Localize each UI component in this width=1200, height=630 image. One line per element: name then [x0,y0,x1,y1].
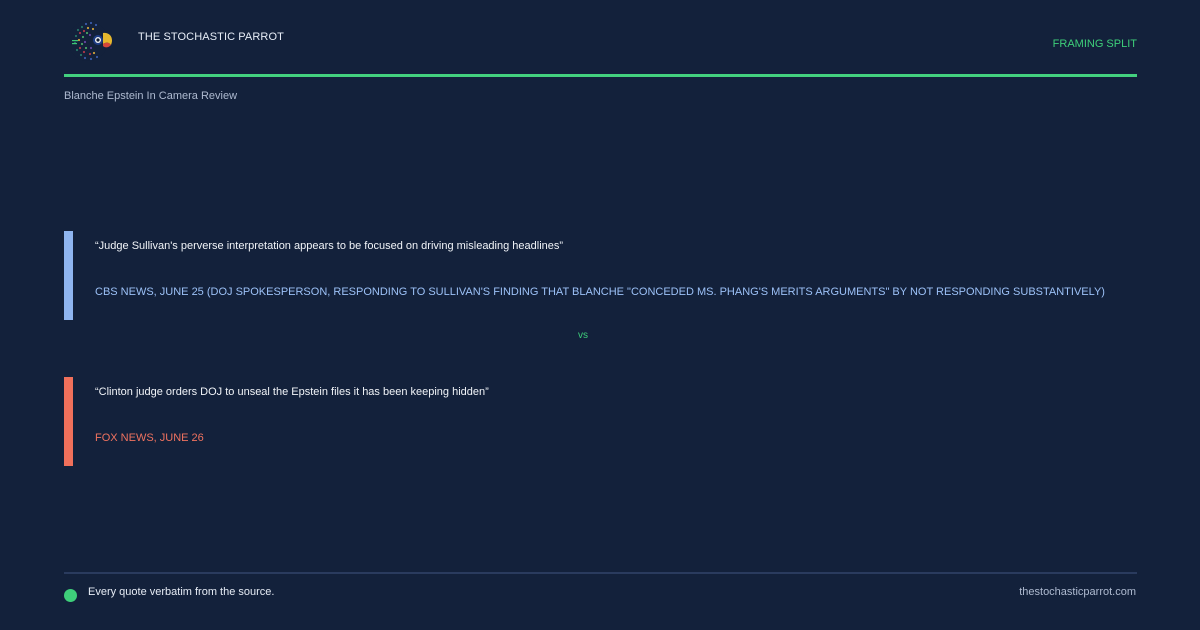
footer-divider [64,572,1137,574]
quote-source: CBS NEWS, JUNE 25 (DOJ SPOKESPERSON, RES… [94,286,1105,298]
status-dot-icon [64,589,77,602]
footer-site-link[interactable]: thestochasticparrot.com [1019,586,1136,598]
site-header: THE STOCHASTIC PARROT FRAMING SPLIT [64,16,1137,76]
topic-title: Blanche Epstein In Camera Review [64,90,238,102]
parrot-logo-icon[interactable] [70,18,116,64]
footer-note: Every quote verbatim from the source. [88,586,275,598]
framing-split-label: FRAMING SPLIT [1052,38,1137,50]
quote-source: FOX NEWS, JUNE 26 [94,432,204,444]
brand-name[interactable]: THE STOCHASTIC PARROT [138,31,284,43]
quote-source-label: CBS NEWS, JUNE 25 (DOJ SPOKESPERSON, RES… [95,286,1105,298]
quote-accent-bar [64,231,73,320]
quote-accent-bar [64,377,73,466]
vs-label: vs [578,330,588,341]
quote-card-cbs: “Judge Sullivan's perverse interpretatio… [64,231,1137,320]
header-divider [64,74,1137,77]
quote-card-fox: “Clinton judge orders DOJ to unseal the … [64,377,1137,466]
quote-source-label: FOX NEWS, JUNE 26 [95,432,204,444]
quote-text: “Clinton judge orders DOJ to unseal the … [95,386,489,398]
quote-text: “Judge Sullivan's perverse interpretatio… [95,240,564,252]
